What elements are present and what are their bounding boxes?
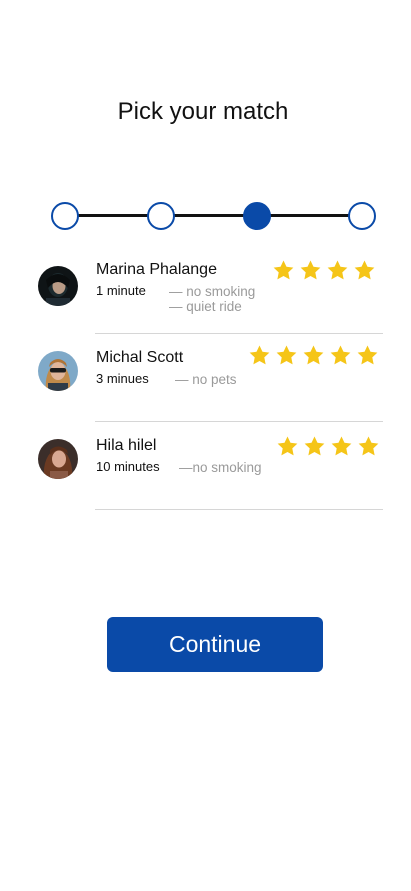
divider bbox=[95, 421, 383, 422]
match-preferences: —no smoking bbox=[179, 460, 262, 475]
star-icon bbox=[304, 436, 325, 456]
page-title: Pick your match bbox=[117, 98, 289, 125]
match-name: Hila hilel bbox=[96, 437, 157, 454]
match-eta: 10 minutes bbox=[96, 459, 160, 474]
star-icon bbox=[303, 345, 324, 365]
star-rating bbox=[272, 259, 376, 282]
step-3-current[interactable] bbox=[243, 202, 271, 230]
avatar bbox=[38, 266, 78, 306]
star-icon bbox=[354, 260, 375, 280]
avatar bbox=[38, 439, 78, 479]
progress-stepper bbox=[51, 202, 376, 230]
preference-item: —no smoking bbox=[179, 460, 262, 475]
match-card-michal[interactable]: Michal Scott 3 minues — no pets bbox=[0, 338, 411, 426]
avatar bbox=[38, 351, 78, 391]
star-icon bbox=[273, 260, 294, 280]
match-name: Michal Scott bbox=[96, 349, 184, 366]
star-icon bbox=[357, 345, 378, 365]
star-icon bbox=[327, 260, 348, 280]
star-icon bbox=[249, 345, 270, 365]
preference-item: — no pets bbox=[175, 372, 237, 387]
step-1[interactable] bbox=[51, 202, 79, 230]
match-card-hila[interactable]: Hila hilel 10 minutes —no smoking bbox=[0, 426, 411, 514]
match-eta: 3 minues bbox=[96, 371, 149, 386]
match-name: Marina Phalange bbox=[96, 261, 217, 278]
preference-item: — quiet ride bbox=[169, 299, 242, 314]
divider bbox=[95, 333, 383, 334]
star-icon bbox=[358, 436, 379, 456]
match-eta: 1 minute bbox=[96, 283, 146, 298]
divider bbox=[95, 509, 383, 510]
step-4[interactable] bbox=[348, 202, 376, 230]
step-2[interactable] bbox=[147, 202, 175, 230]
star-icon bbox=[331, 436, 352, 456]
match-preferences: — no pets bbox=[175, 372, 237, 387]
star-icon bbox=[277, 436, 298, 456]
star-icon bbox=[300, 260, 321, 280]
match-card-marina[interactable]: Marina Phalange 1 minute — no smoking — … bbox=[0, 250, 411, 338]
match-preferences: — no smoking — quiet ride bbox=[169, 284, 255, 314]
star-rating bbox=[276, 435, 380, 458]
star-icon bbox=[276, 345, 297, 365]
star-icon bbox=[330, 345, 351, 365]
star-rating bbox=[248, 344, 379, 367]
preference-item: — no smoking bbox=[169, 284, 256, 299]
stepper-line bbox=[63, 214, 364, 217]
continue-button[interactable]: Continue bbox=[107, 617, 323, 672]
